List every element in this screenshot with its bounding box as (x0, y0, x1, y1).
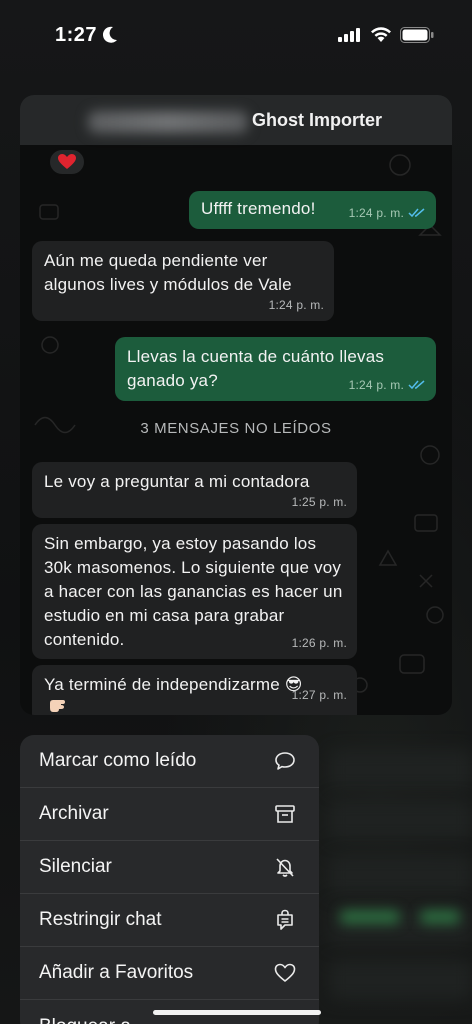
message-time: 1:25 p. m. (291, 495, 347, 509)
menu-item-label: Archivar (39, 803, 109, 824)
message-text: Le voy a preguntar a mi contadora (44, 472, 310, 491)
message-incoming: Le voy a preguntar a mi contadora 1:25 p… (32, 462, 357, 518)
message-incoming: Aún me queda pendiente ver algunos lives… (32, 241, 334, 321)
message-meta: 1:24 p. m. (349, 373, 426, 397)
message-meta: 1:25 p. m. (292, 490, 347, 514)
message-text: Llevas la cuenta de cuánto llevas ganado… (127, 347, 385, 390)
message-text: Uffff tremendo! (201, 199, 316, 218)
wifi-icon (371, 27, 391, 42)
chat-bubble-icon (273, 749, 297, 773)
menu-item-label: Bloquear a (39, 1016, 131, 1024)
blurred-row (330, 750, 472, 790)
message-incoming: Sin embargo, ya estoy pasando los 30k ma… (32, 524, 357, 659)
message-meta: 1:24 p. m. (349, 201, 426, 225)
blurred-row (330, 800, 472, 840)
menu-item-label: Añadir a Favoritos (39, 962, 194, 983)
heart-reaction[interactable] (48, 148, 86, 176)
blurred-row (330, 960, 472, 1000)
blurred-row (330, 855, 472, 895)
message-time: 1:24 p. m. (348, 206, 404, 220)
message-time: 1:27 p. m. (291, 688, 347, 702)
menu-item-mark-read[interactable]: Marcar como leído (20, 735, 319, 788)
moon-icon (102, 26, 117, 43)
message-meta: 1:27 p. m. (292, 683, 347, 707)
message-incoming: Ya terminé de independizarme 😎 1:27 p. m… (32, 665, 357, 715)
blurred-contact-name (88, 111, 248, 133)
message-meta: 1:24 p. m. (269, 293, 324, 317)
blurred-badge (340, 910, 400, 924)
message-outgoing: Llevas la cuenta de cuánto llevas ganado… (115, 337, 436, 401)
message-time: 1:24 p. m. (268, 298, 324, 312)
home-indicator[interactable] (153, 1010, 321, 1015)
cellular-signal-icon (338, 28, 360, 42)
menu-item-label: Marcar como leído (39, 750, 197, 771)
archive-icon (273, 802, 297, 826)
message-text: Aún me queda pendiente ver algunos lives… (44, 251, 292, 294)
menu-item-archive[interactable]: Archivar (20, 788, 319, 841)
chat-header: Ghost Importer (20, 95, 452, 145)
menu-item-add-favorites[interactable]: Añadir a Favoritos (20, 947, 319, 1000)
unread-messages-divider: 3 MENSAJES NO LEÍDOS (140, 420, 332, 437)
message-text: Ya terminé de independizarme 😎 (44, 675, 303, 694)
message-time: 1:24 p. m. (348, 378, 404, 392)
message-meta: 1:26 p. m. (292, 631, 347, 655)
red-heart-icon (58, 154, 76, 169)
chat-context-menu: Marcar como leído Archivar Silenciar Res… (20, 735, 319, 1024)
blurred-badge (420, 910, 460, 924)
menu-item-label: Silenciar (39, 856, 112, 877)
menu-item-label: Restringir chat (39, 909, 162, 930)
read-ticks-icon (408, 380, 425, 390)
battery-icon (400, 27, 434, 43)
bell-slash-icon (273, 855, 297, 879)
menu-item-restrict-chat[interactable]: Restringir chat (20, 894, 319, 947)
read-ticks-icon (408, 208, 425, 218)
heart-icon (273, 961, 297, 985)
chat-preview[interactable]: Ghost Importer Uffff tremendo! 1:24 p. m… (20, 95, 452, 715)
message-time: 1:26 p. m. (291, 636, 347, 650)
message-list: Uffff tremendo! 1:24 p. m. Aún me queda … (20, 95, 452, 715)
status-time: 1:27 (55, 24, 98, 46)
status-bar: 1:27 (0, 0, 472, 70)
hand-emoji-icon (50, 700, 65, 712)
chat-title: Ghost Importer (252, 110, 383, 130)
menu-item-mute[interactable]: Silenciar (20, 841, 319, 894)
message-outgoing: Uffff tremendo! 1:24 p. m. (189, 191, 436, 229)
restricted-chat-icon (273, 908, 297, 932)
